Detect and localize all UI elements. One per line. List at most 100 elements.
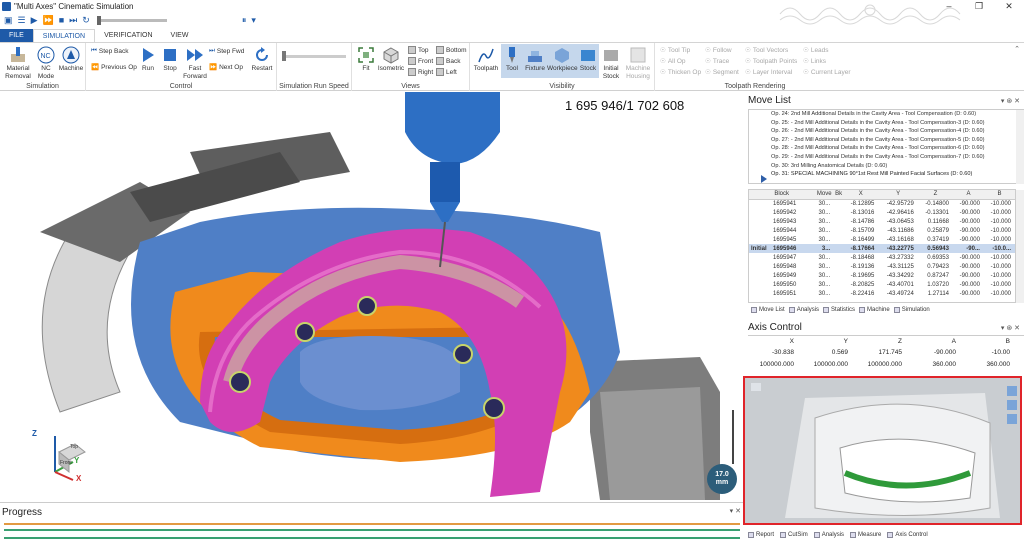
next-op-button[interactable]: ⏩ Next Op bbox=[209, 63, 243, 72]
minimize-icon[interactable]: – bbox=[934, 0, 964, 12]
table-row[interactable]: 1695942 30... -8.13016 -42.96416 -0.13301 -90… bbox=[749, 208, 1015, 217]
step-back-button[interactable]: ⏮ Step Back bbox=[91, 47, 129, 55]
tab-statistics[interactable]: Statistics bbox=[823, 306, 855, 313]
list-item[interactable]: Op. 29: - 2nd Mill Additional Details in… bbox=[749, 153, 1023, 162]
moves-table[interactable]: Block Move Bk X Y Z A B 1695941 30... -8.1… bbox=[748, 189, 1016, 303]
save-icon[interactable]: ▣ bbox=[4, 15, 13, 26]
col-x[interactable]: X bbox=[843, 190, 879, 200]
table-row[interactable]: 1695941 30... -8.12895 -42.95729 -0.14800 -90… bbox=[749, 199, 1015, 208]
tab-verification[interactable]: VERIFICATION bbox=[95, 29, 161, 42]
tab-machine[interactable]: Machine bbox=[859, 306, 890, 313]
leads-button[interactable]: ☉ Leads bbox=[803, 46, 829, 55]
front-view-button[interactable]: Front bbox=[408, 57, 433, 65]
table-row[interactable]: 1695949 30... -8.19695 -43.34292 0.87247 -90.… bbox=[749, 271, 1015, 280]
col-bk[interactable]: Bk bbox=[834, 190, 844, 200]
isometric-button[interactable]: Isometric bbox=[376, 46, 406, 73]
run-speed-slider[interactable] bbox=[282, 55, 346, 58]
col-block[interactable]: Block bbox=[749, 190, 815, 200]
list-item-current[interactable]: Op. 31: SPECIAL MACHINING 90°1st Rest Mi… bbox=[749, 170, 1023, 179]
step-fwd-button[interactable]: ⏭ Step Fwd bbox=[209, 47, 244, 55]
list-item[interactable]: Op. 26: - 2nd Mill Additional Details in… bbox=[749, 127, 1023, 136]
tab-simulation-panel[interactable]: Simulation bbox=[893, 306, 930, 313]
tool-button[interactable]: Tool bbox=[502, 46, 522, 73]
thicken-op-button[interactable]: ☉ Thicken Op bbox=[660, 68, 701, 77]
axis-value-y[interactable]: 0.569 bbox=[802, 349, 856, 356]
fast-forward-button[interactable]: Fast Forward bbox=[182, 46, 208, 80]
progress-pin-icon[interactable]: ▾ ✕ bbox=[730, 507, 741, 515]
list-item[interactable]: Op. 30: 3rd Milling Anatomical Details (… bbox=[749, 162, 1023, 171]
trace-button[interactable]: ☉ Trace bbox=[705, 57, 729, 66]
operations-scrollbar[interactable] bbox=[1016, 110, 1024, 184]
fixture-button[interactable]: Fixture bbox=[523, 46, 547, 73]
table-row[interactable]: 1695943 30... -8.14786 -43.06453 0.11668 -90.… bbox=[749, 217, 1015, 226]
mini-viewport[interactable] bbox=[743, 376, 1022, 525]
table-row[interactable]: 1695944 30... -8.15709 -43.11686 0.25879 -90.… bbox=[749, 226, 1015, 235]
move-list-pin-icon[interactable]: ▾ ⊛ ✕ bbox=[1001, 97, 1020, 105]
axis-value-a[interactable]: -90.000 bbox=[910, 349, 964, 356]
menu-icon[interactable]: ☰ bbox=[18, 15, 26, 26]
right-view-button[interactable]: Right bbox=[408, 68, 433, 76]
back-view-button[interactable]: Back bbox=[436, 57, 460, 65]
col-a[interactable]: A bbox=[953, 190, 984, 200]
tool-tip-button[interactable]: ☉ Tool Tip bbox=[660, 46, 690, 55]
table-row[interactable]: 1695950 30... -8.20825 -43.40701 1.03720 -90.… bbox=[749, 280, 1015, 289]
initial-stock-button[interactable]: Initial Stock bbox=[600, 46, 622, 80]
links-button[interactable]: ☉ Links bbox=[803, 57, 826, 66]
qat-stop-icon[interactable]: ■ bbox=[59, 15, 64, 25]
axis-control-pin-icon[interactable]: ▾ ⊛ ✕ bbox=[1001, 324, 1020, 332]
restore-icon[interactable]: ❐ bbox=[964, 0, 994, 12]
tab-file[interactable]: FILE bbox=[0, 29, 33, 42]
qat-fast-icon[interactable]: ⏩ bbox=[43, 15, 54, 26]
nc-mode-button[interactable]: NC NC Mode bbox=[34, 46, 58, 80]
left-view-button[interactable]: Left bbox=[436, 68, 457, 76]
col-move[interactable]: Move bbox=[814, 190, 835, 200]
machine-button[interactable]: Machine bbox=[58, 46, 84, 73]
table-row[interactable]: 1695947 30... -8.18468 -43.27332 0.69353 -90.… bbox=[749, 253, 1015, 262]
col-z[interactable]: Z bbox=[917, 190, 953, 200]
run-button[interactable]: Run bbox=[138, 46, 158, 73]
tab-report[interactable]: Report bbox=[748, 531, 774, 538]
toolpath-button[interactable]: Toolpath bbox=[472, 46, 500, 73]
moves-scrollbar[interactable] bbox=[1016, 190, 1024, 303]
stop-button[interactable]: Stop bbox=[160, 46, 180, 73]
list-item[interactable]: Op. 24: 2nd Mill Additional Details in t… bbox=[749, 110, 1023, 119]
segment-button[interactable]: ☉ Segment bbox=[705, 68, 739, 77]
tab-analysis-bottom[interactable]: Analysis bbox=[813, 531, 844, 538]
table-row[interactable]: 1695945 30... -8.16499 -43.16168 0.37419 -90.… bbox=[749, 235, 1015, 244]
qat-restart-icon[interactable]: ↻ bbox=[82, 15, 90, 26]
previous-op-button[interactable]: ⏪ Previous Op bbox=[91, 63, 137, 72]
close-icon[interactable]: ✕ bbox=[994, 0, 1024, 12]
tab-simulation[interactable]: SIMULATION bbox=[32, 29, 96, 42]
col-y[interactable]: Y bbox=[878, 190, 918, 200]
workpiece-button[interactable]: Workpiece bbox=[547, 46, 578, 73]
follow-button[interactable]: ☉ Follow bbox=[705, 46, 732, 55]
tab-view[interactable]: VIEW bbox=[162, 29, 198, 42]
axis-value-z[interactable]: 171.745 bbox=[856, 349, 910, 356]
run-speed-thumb[interactable] bbox=[282, 51, 286, 61]
qat-dropdown-icon[interactable]: ▾ bbox=[251, 15, 256, 26]
list-item[interactable]: Op. 27: - 2nd Mill Additional Details in… bbox=[749, 136, 1023, 145]
list-item[interactable]: Op. 28: - 2nd Mill Additional Details in… bbox=[749, 144, 1023, 153]
qat-pause-icon[interactable]: ⏸ bbox=[242, 15, 247, 26]
ribbon-collapse-icon[interactable]: ⌃ bbox=[1014, 45, 1020, 53]
toolpath-points-button[interactable]: ☉ Toolpath Points bbox=[745, 57, 797, 66]
axis-value-x[interactable]: -30.838 bbox=[748, 349, 802, 356]
list-item[interactable]: Op. 25: - 2nd Mill Additional Details in… bbox=[749, 119, 1023, 128]
table-row[interactable]: 1695948 30... -8.19136 -43.31125 0.79423 -90.… bbox=[749, 262, 1015, 271]
current-layer-button[interactable]: ☉ Current Layer bbox=[803, 68, 851, 77]
tab-axis-control[interactable]: Axis Control bbox=[887, 531, 928, 538]
qat-speed-slider[interactable] bbox=[96, 15, 167, 25]
layer-interval-button[interactable]: ☉ Layer Interval bbox=[745, 68, 792, 77]
axis-value-b[interactable]: -10.00 bbox=[964, 349, 1018, 356]
col-b[interactable]: B bbox=[983, 190, 1015, 200]
machine-housing-button[interactable]: Machine Housing bbox=[623, 46, 653, 80]
qat-play-icon[interactable]: ▶ bbox=[31, 15, 38, 26]
restart-button[interactable]: Restart bbox=[250, 46, 274, 73]
material-removal-button[interactable]: Material Removal bbox=[3, 46, 33, 80]
tool-vectors-button[interactable]: ☉ Tool Vectors bbox=[745, 46, 788, 55]
bottom-view-button[interactable]: Bottom bbox=[436, 46, 467, 54]
tab-cutsim[interactable]: CutSim bbox=[780, 531, 808, 538]
top-view-button[interactable]: Top bbox=[408, 46, 428, 54]
fit-button[interactable]: Fit bbox=[356, 46, 376, 73]
tab-move-list[interactable]: Move List bbox=[751, 306, 785, 313]
